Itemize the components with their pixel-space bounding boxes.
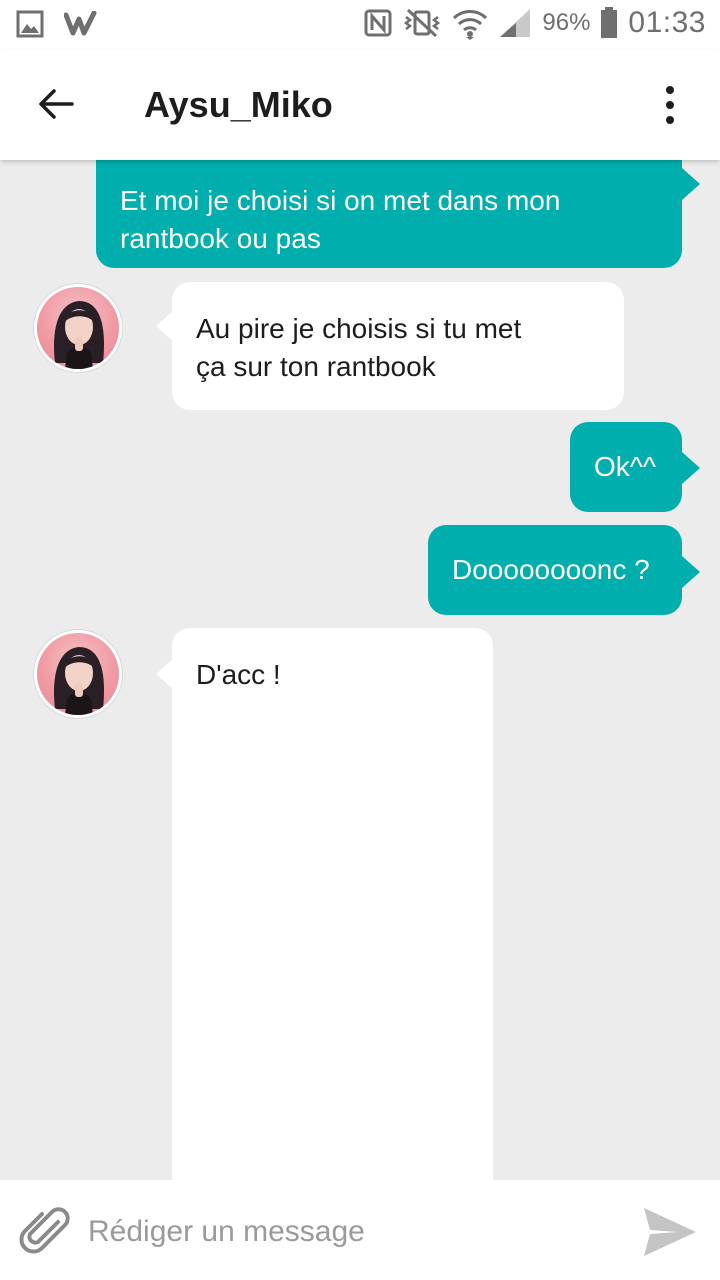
battery-percent: 96% (542, 9, 591, 36)
nfc-icon (364, 9, 392, 37)
arrow-left-icon (38, 88, 74, 125)
message-line: Doooooooonc ? (452, 554, 650, 585)
incoming-message[interactable]: Au pire je choisis si tu met ça sur ton … (172, 282, 624, 410)
message-line: Et moi je choisi si on met dans mon (120, 185, 561, 216)
outgoing-message[interactable]: Doooooooonc ? (428, 525, 682, 615)
paperclip-icon (18, 1207, 74, 1264)
bubble-tail (682, 168, 700, 200)
bubble-tail (682, 452, 700, 484)
send-icon (640, 1208, 700, 1266)
message-list[interactable]: Et moi je choisi si on met dans mon rant… (0, 160, 720, 1180)
more-options-button[interactable] (646, 80, 694, 130)
back-button[interactable] (28, 78, 84, 134)
battery-icon (600, 7, 618, 39)
vibrate-mute-icon (402, 8, 442, 38)
message-line: Au pire je choisis si tu met (196, 313, 522, 344)
wattpad-icon (64, 11, 98, 37)
wifi-icon (452, 6, 488, 40)
message-line: Ok^^ (594, 451, 657, 482)
message-line: ça sur ton rantbook (196, 351, 436, 382)
message-line: rantbook ou pas (120, 223, 321, 254)
gallery-icon (16, 10, 44, 38)
clock: 01:33 (628, 6, 706, 39)
chat-header: Aysu_Miko (0, 50, 720, 160)
chat-title: Aysu_Miko (144, 84, 333, 125)
bubble-tail (682, 556, 700, 588)
avatar[interactable] (34, 284, 122, 372)
message-input[interactable] (88, 1204, 608, 1260)
attach-button[interactable] (18, 1204, 74, 1260)
outgoing-message[interactable]: Et moi je choisi si on met dans mon rant… (96, 160, 682, 268)
message-composer (0, 1180, 720, 1280)
avatar[interactable] (34, 630, 122, 718)
incoming-message[interactable]: D'acc ! (172, 628, 493, 1180)
outgoing-message[interactable]: Ok^^ (570, 422, 682, 512)
message-line: D'acc ! (196, 659, 281, 690)
status-bar: 96% 01:33 (0, 0, 720, 50)
more-vertical-icon (666, 86, 674, 94)
send-button[interactable] (640, 1202, 700, 1262)
signal-icon (498, 7, 532, 39)
